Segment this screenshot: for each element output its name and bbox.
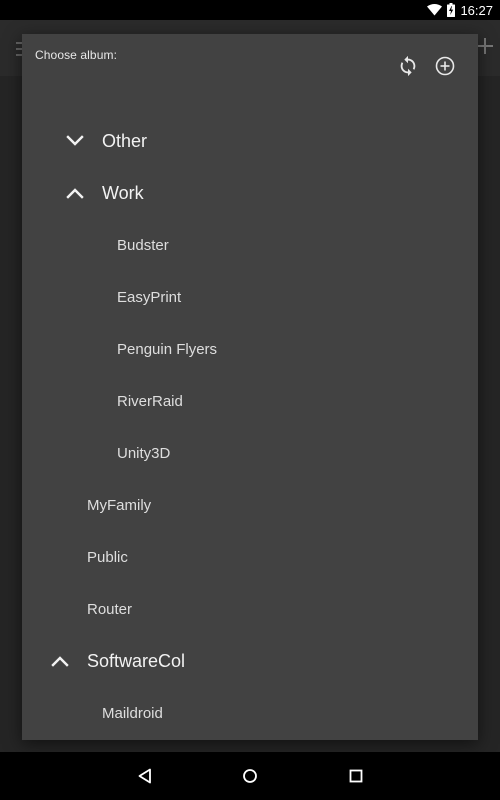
album-label: Other bbox=[102, 130, 148, 151]
refresh-button[interactable] bbox=[393, 51, 423, 81]
album-label: Router bbox=[87, 600, 133, 618]
album-label: Unity3D bbox=[117, 444, 171, 462]
album-item-myfamily[interactable]: MyFamily bbox=[22, 479, 478, 531]
album-label: MyFamily bbox=[87, 496, 152, 514]
album-item-other[interactable]: Other bbox=[22, 115, 478, 167]
chevron-up-icon[interactable] bbox=[65, 183, 85, 203]
album-item-work[interactable]: Work bbox=[22, 167, 478, 219]
album-item-riverraid[interactable]: RiverRaid bbox=[22, 375, 478, 427]
album-item-maildroid[interactable]: Maildroid bbox=[22, 687, 478, 739]
album-label: EasyPrint bbox=[117, 288, 182, 306]
album-item-public[interactable]: Public bbox=[22, 531, 478, 583]
album-item-penguin-flyers[interactable]: Penguin Flyers bbox=[22, 323, 478, 375]
recents-icon bbox=[349, 769, 363, 783]
dialog-title: Choose album: bbox=[35, 48, 118, 62]
clock: 16:27 bbox=[460, 2, 493, 18]
navigation-bar bbox=[0, 752, 500, 800]
back-button[interactable] bbox=[115, 752, 175, 800]
back-icon bbox=[138, 768, 151, 784]
add-icon bbox=[477, 38, 493, 54]
album-item-router[interactable]: Router bbox=[22, 583, 478, 635]
home-icon bbox=[243, 769, 257, 783]
refresh-icon bbox=[400, 55, 416, 77]
wifi-icon bbox=[427, 4, 443, 16]
album-label: RiverRaid bbox=[117, 392, 183, 410]
home-button[interactable] bbox=[220, 752, 280, 800]
choose-album-dialog: Choose album: Other Work Budster EasyPrint P… bbox=[22, 34, 478, 740]
battery-charging-icon bbox=[447, 3, 456, 17]
album-label: Maildroid bbox=[102, 704, 163, 722]
status-bar: 16:27 bbox=[0, 0, 500, 20]
add-album-button[interactable] bbox=[430, 51, 460, 81]
album-label: Work bbox=[102, 182, 144, 203]
album-label: Public bbox=[87, 548, 128, 566]
album-label: Penguin Flyers bbox=[117, 340, 218, 358]
add-circle-icon bbox=[435, 56, 455, 76]
album-label: Budster bbox=[117, 236, 169, 254]
album-label: SoftwareCol bbox=[87, 650, 186, 671]
recents-button[interactable] bbox=[326, 752, 386, 800]
album-item-softwarecol[interactable]: SoftwareCol bbox=[22, 635, 478, 687]
chevron-up-icon[interactable] bbox=[50, 651, 70, 671]
status-icons: 16:27 bbox=[427, 0, 493, 20]
album-item-unity3d[interactable]: Unity3D bbox=[22, 427, 478, 479]
album-item-easyprint[interactable]: EasyPrint bbox=[22, 271, 478, 323]
chevron-down-icon[interactable] bbox=[65, 131, 85, 151]
album-item-budster[interactable]: Budster bbox=[22, 219, 478, 271]
